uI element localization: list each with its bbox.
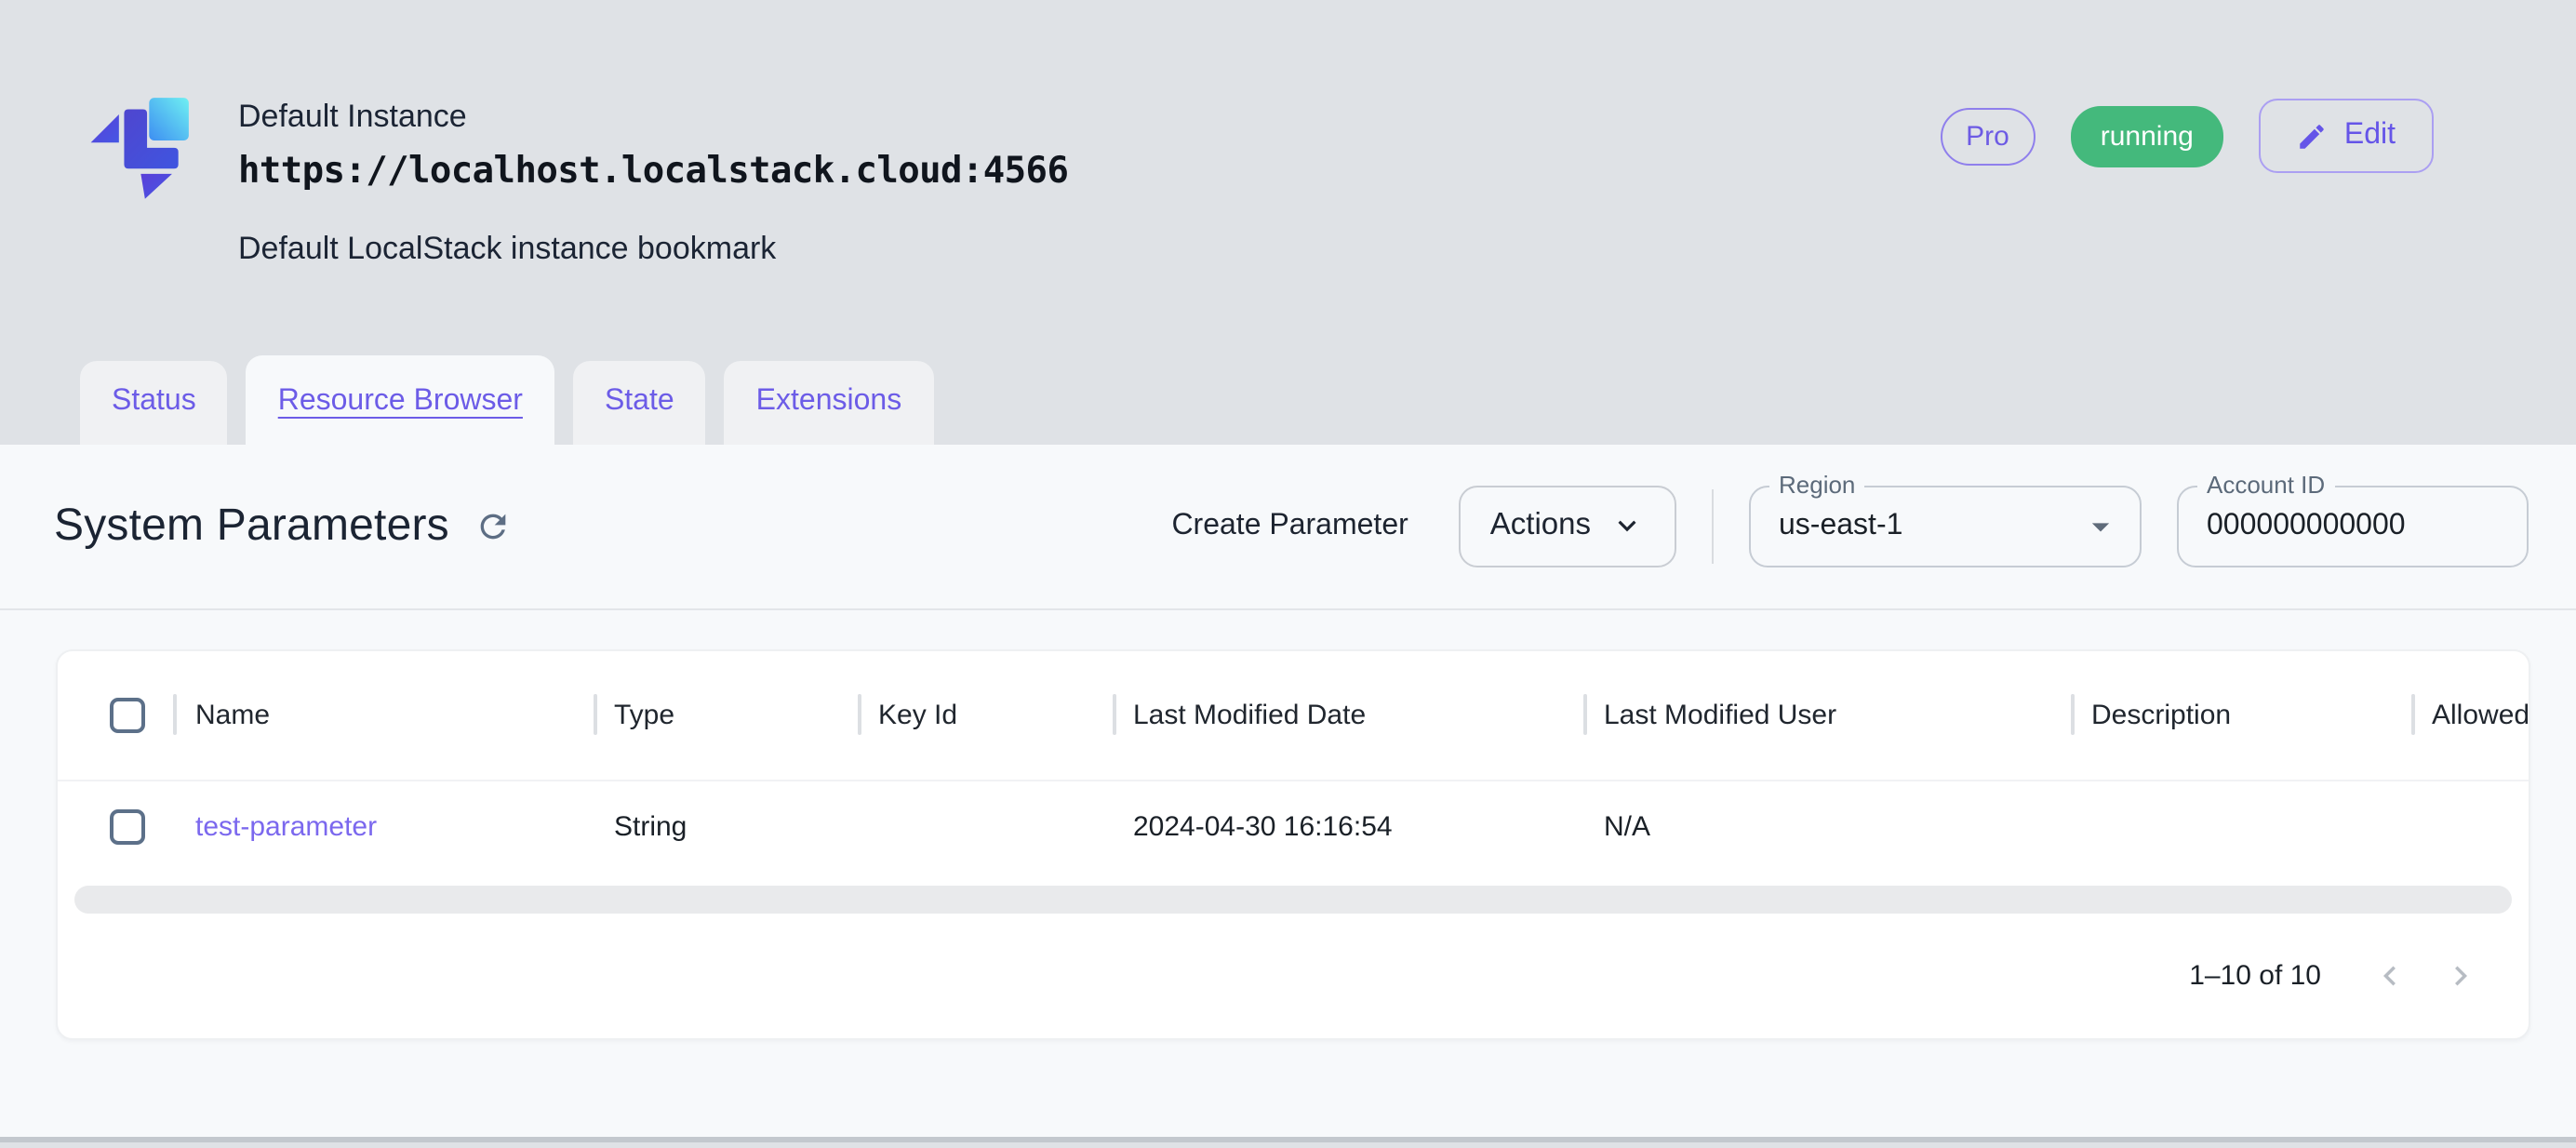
status-badge: running xyxy=(2071,105,2223,167)
edit-button-label: Edit xyxy=(2344,119,2396,153)
tab-extensions[interactable]: Extensions xyxy=(725,360,934,444)
pagination-prev-button[interactable] xyxy=(2362,948,2418,1004)
horizontal-scrollbar[interactable] xyxy=(74,885,2511,914)
instance-subtitle: Default LocalStack instance bookmark xyxy=(238,231,1068,268)
column-header-type[interactable]: Type xyxy=(614,699,674,730)
localstack-logo-icon xyxy=(84,97,192,201)
tab-resource-browser[interactable]: Resource Browser xyxy=(247,354,554,444)
pagination-range-label: 1–10 of 10 xyxy=(2189,960,2321,992)
region-select-value: us-east-1 xyxy=(1779,509,2080,542)
instance-tabs: Status Resource Browser State Extensions xyxy=(80,354,933,444)
chevron-down-icon xyxy=(1609,508,1645,543)
tab-status[interactable]: Status xyxy=(80,360,228,444)
account-id-label: Account ID xyxy=(2197,470,2334,499)
pencil-icon xyxy=(2296,120,2328,152)
refresh-button[interactable] xyxy=(475,507,513,544)
column-header-last-modified-user[interactable]: Last Modified User xyxy=(1604,699,1836,730)
actions-label: Actions xyxy=(1490,508,1591,543)
region-select[interactable]: Region us-east-1 xyxy=(1749,485,2142,567)
localstack-instance-page: Default Instance https://localhost.local… xyxy=(0,0,2576,1148)
dropdown-arrow-icon xyxy=(2080,505,2121,546)
pagination-next-button[interactable] xyxy=(2433,948,2489,1004)
table-header-row: Name Type Key Id Last Modified Date Last… xyxy=(58,650,2528,779)
toolbar-bottom-divider xyxy=(0,607,2576,609)
column-header-name[interactable]: Name xyxy=(195,699,270,730)
pro-badge: Pro xyxy=(1940,107,2035,165)
edit-button[interactable]: Edit xyxy=(2259,99,2433,173)
parameter-name-link[interactable]: test-parameter xyxy=(195,811,377,843)
resource-toolbar: System Parameters Create Parameter Actio… xyxy=(0,444,2576,607)
resource-browser-panel: System Parameters Create Parameter Actio… xyxy=(0,444,2576,1142)
account-id-input[interactable] xyxy=(2207,509,2504,542)
account-id-field: Account ID xyxy=(2177,485,2529,567)
window-bottom-edge xyxy=(0,1137,2576,1142)
column-header-key-id[interactable]: Key Id xyxy=(878,699,957,730)
cell-last-modified-date: 2024-04-30 16:16:54 xyxy=(1133,811,1393,843)
chevron-right-icon xyxy=(2441,956,2480,995)
table-row: test-parameter String 2024-04-30 16:16:5… xyxy=(58,781,2528,874)
cell-type: String xyxy=(614,811,687,843)
column-header-description[interactable]: Description xyxy=(2091,699,2231,730)
column-header-allowed[interactable]: Allowed xyxy=(2432,699,2528,730)
select-all-checkbox[interactable] xyxy=(110,697,145,732)
create-parameter-button[interactable]: Create Parameter xyxy=(1171,509,1408,542)
row-checkbox[interactable] xyxy=(110,809,145,845)
parameters-table-card: Name Type Key Id Last Modified Date Last… xyxy=(56,648,2529,1040)
instance-title: Default Instance xyxy=(238,97,1068,140)
instance-header: Default Instance https://localhost.local… xyxy=(0,0,2576,444)
actions-dropdown-button[interactable]: Actions xyxy=(1459,485,1676,567)
tab-state[interactable]: State xyxy=(573,360,706,444)
page-title: System Parameters xyxy=(54,500,449,552)
refresh-icon xyxy=(475,507,513,544)
column-header-last-modified-date[interactable]: Last Modified Date xyxy=(1133,699,1366,730)
instance-url: https://localhost.localstack.cloud:4566 xyxy=(238,149,1068,192)
cell-last-modified-user: N/A xyxy=(1604,811,1650,843)
toolbar-divider xyxy=(1712,488,1714,563)
pagination-bar: 1–10 of 10 xyxy=(58,914,2528,1038)
chevron-left-icon xyxy=(2370,956,2409,995)
region-select-label: Region xyxy=(1769,470,1864,499)
